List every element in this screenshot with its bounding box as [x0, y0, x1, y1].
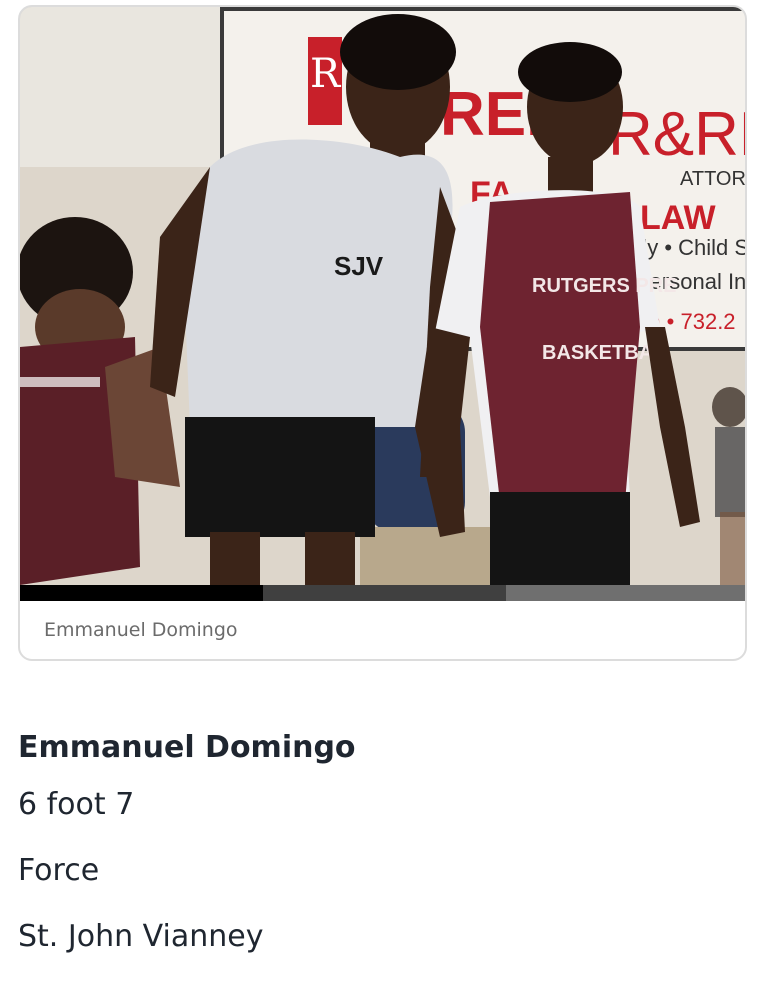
- sign-attorney: ATTORN: [680, 168, 747, 190]
- sign-law: LAW: [640, 199, 716, 237]
- image-card: R REH R&REH ATTORN FA LAW dy • Child Su …: [18, 5, 747, 661]
- slide-progress-segment-1[interactable]: [20, 585, 263, 601]
- sign-logo-text: R: [310, 51, 342, 97]
- player-school: St. John Vianney: [18, 919, 264, 954]
- slide-progress: [20, 585, 745, 601]
- sign-line-1: dy • Child Su: [635, 235, 747, 260]
- photo-illustration: R REH R&REH ATTORN FA LAW dy • Child Su …: [20, 7, 747, 585]
- player-info: Emmanuel Domingo 6 foot 7 Force St. John…: [18, 724, 753, 970]
- jersey-left-text: SJV: [334, 251, 384, 281]
- jersey-right-bottom: BASKETBAL: [542, 342, 665, 364]
- sign-main-right: R&REH: [608, 100, 747, 169]
- photo-caption: Emmanuel Domingo: [44, 619, 238, 641]
- player-photo[interactable]: R REH R&REH ATTORN FA LAW dy • Child Su …: [20, 7, 747, 585]
- player-team: Force: [18, 853, 100, 888]
- jersey-right-top: RUTGERS PRE: [532, 275, 676, 297]
- slide-progress-segment-3[interactable]: [506, 585, 745, 601]
- player-name: Emmanuel Domingo: [18, 730, 356, 765]
- slide-progress-segment-2[interactable]: [263, 585, 506, 601]
- player-height: 6 foot 7: [18, 787, 135, 822]
